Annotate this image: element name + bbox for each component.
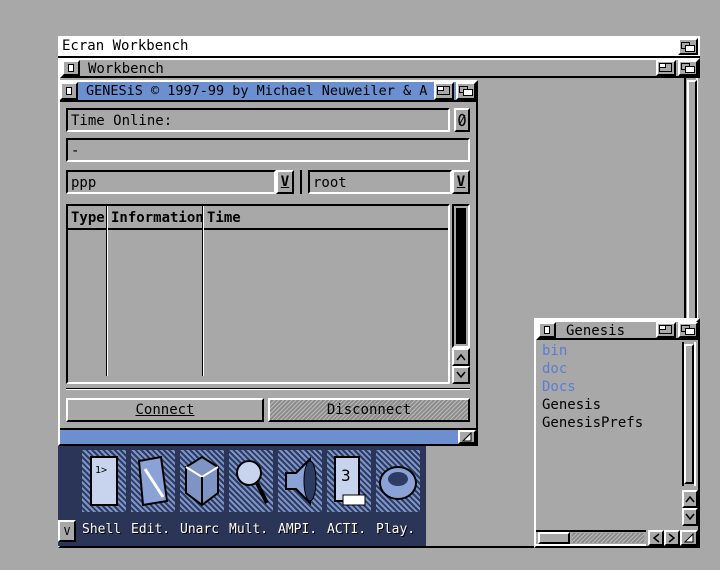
genesis-title-bar[interactable]: GENESiS © 1997-99 by Michael Neuweiler &… bbox=[60, 82, 476, 102]
select-divider bbox=[300, 170, 302, 194]
column-header-type[interactable]: Type bbox=[71, 211, 105, 225]
dock-item-unarc[interactable]: Unarc bbox=[178, 446, 226, 546]
workbench-title-bar[interactable]: Workbench bbox=[60, 58, 700, 78]
time-online-label: Time Online: bbox=[71, 113, 173, 129]
workbench-title: Workbench bbox=[88, 61, 164, 77]
drawer-item-doc[interactable]: doc bbox=[542, 362, 567, 376]
user-select[interactable]: root bbox=[308, 170, 452, 194]
genesis-zoom-icon[interactable] bbox=[434, 82, 454, 100]
shell-icon: 1> bbox=[82, 450, 126, 512]
speaker-icon bbox=[278, 450, 322, 512]
genesis-window: GENESiS © 1997-99 by Michael Neuweiler &… bbox=[58, 80, 478, 446]
drawer-scroll-track[interactable] bbox=[682, 342, 696, 486]
genesis-title: GENESiS © 1997-99 by Michael Neuweiler &… bbox=[86, 83, 428, 99]
drawer-item-genesisprefs[interactable]: GenesisPrefs bbox=[542, 416, 643, 430]
drawer-depth-icon[interactable] bbox=[678, 322, 698, 338]
connect-button[interactable]: Connect bbox=[66, 398, 264, 422]
disconnect-button[interactable]: Disconnect bbox=[268, 398, 470, 422]
screen-depth-icon[interactable] bbox=[678, 38, 698, 55]
drawer-vertical-scrollbar[interactable] bbox=[682, 342, 698, 530]
dock-item-label: AMPI. bbox=[278, 522, 318, 537]
workbench-close-icon[interactable] bbox=[62, 60, 80, 76]
resize-icon[interactable] bbox=[458, 430, 476, 444]
genesis-depth-icon[interactable] bbox=[456, 82, 476, 100]
svg-text:1>: 1> bbox=[95, 465, 107, 476]
status-info-text: - bbox=[71, 143, 80, 159]
dock-item-label: Mult. bbox=[229, 522, 269, 537]
dock-item-shell[interactable]: 1> Shell bbox=[80, 446, 128, 546]
dock-item-label: Edit. bbox=[131, 522, 171, 537]
column-divider bbox=[106, 206, 108, 376]
separator-line bbox=[66, 388, 470, 390]
dock-bar: V 1> Shell Edit. Unarc Mult. AMPI. 3 ACTI. Play. bbox=[58, 446, 426, 546]
genesis-drawer-window: Genesis bin doc Docs Genesis GenesisPrefs bbox=[534, 318, 700, 548]
drawer-item-genesis[interactable]: Genesis bbox=[542, 398, 601, 412]
dock-item-play[interactable]: Play. bbox=[374, 446, 422, 546]
drawer-horizontal-scrollbar[interactable] bbox=[536, 530, 698, 546]
drawer-zoom-icon[interactable] bbox=[656, 322, 676, 338]
magnifier-icon bbox=[229, 450, 273, 512]
log-list[interactable]: Type Information Time bbox=[66, 204, 450, 384]
edit-pencil-icon bbox=[131, 450, 175, 512]
workbench-depth-icon[interactable] bbox=[678, 60, 698, 76]
disconnect-label: Disconnect bbox=[326, 402, 412, 418]
drawer-title-bar[interactable]: Genesis bbox=[536, 320, 698, 340]
dock-item-ampi[interactable]: AMPI. bbox=[276, 446, 324, 546]
disk-icon bbox=[376, 450, 420, 512]
dock-item-label: Play. bbox=[376, 522, 416, 537]
screen-title: Ecran Workbench bbox=[62, 38, 189, 54]
drawer-close-icon[interactable] bbox=[538, 322, 556, 338]
drawer-hscroll-track[interactable] bbox=[536, 530, 646, 546]
dock-item-label: Unarc bbox=[180, 522, 220, 537]
drawer-scroll-up-icon[interactable] bbox=[682, 490, 698, 508]
drawer-hscroll-knob[interactable] bbox=[538, 532, 570, 544]
workbench-scroll-knob[interactable] bbox=[687, 80, 697, 320]
genesis-close-icon[interactable] bbox=[60, 82, 78, 100]
dock-item-edit[interactable]: Edit. bbox=[129, 446, 177, 546]
dock-item-mult[interactable]: Mult. bbox=[227, 446, 275, 546]
workbench-vertical-scrollbar[interactable] bbox=[684, 78, 698, 338]
screen-title-bar[interactable]: Ecran Workbench bbox=[58, 36, 700, 58]
status-info-field: - bbox=[66, 138, 470, 162]
log-scroll-track[interactable] bbox=[452, 204, 470, 348]
column-header-time[interactable]: Time bbox=[207, 211, 241, 225]
user-dropdown-icon[interactable]: V bbox=[452, 170, 470, 194]
log-list-header: Type Information Time bbox=[68, 206, 448, 230]
dock-item-label: ACTI. bbox=[327, 522, 367, 537]
document-icon: 3 bbox=[327, 450, 371, 512]
workbench-zoom-icon[interactable] bbox=[656, 60, 676, 76]
dock-item-acti[interactable]: 3 ACTI. bbox=[325, 446, 373, 546]
drawer-title: Genesis bbox=[566, 323, 626, 339]
column-divider bbox=[202, 206, 204, 376]
unarc-box-icon bbox=[180, 450, 224, 512]
interface-dropdown-icon[interactable]: V bbox=[276, 170, 294, 194]
drawer-scroll-left-icon[interactable] bbox=[648, 530, 664, 546]
drawer-scroll-right-icon[interactable] bbox=[664, 530, 680, 546]
drawer-item-bin[interactable]: bin bbox=[542, 344, 567, 358]
svg-text:3: 3 bbox=[341, 466, 351, 485]
dock-menu-icon[interactable]: V bbox=[58, 520, 76, 542]
drawer-contents: bin doc Docs Genesis GenesisPrefs bbox=[542, 342, 672, 522]
dock-item-label: Shell bbox=[82, 522, 122, 537]
column-header-information[interactable]: Information bbox=[111, 211, 204, 225]
connect-label: Connect bbox=[135, 402, 195, 418]
drawer-scroll-down-icon[interactable] bbox=[682, 508, 698, 526]
genesis-bottom-bar bbox=[60, 428, 476, 444]
drawer-resize-icon[interactable] bbox=[680, 530, 698, 546]
log-scroll-knob[interactable] bbox=[456, 208, 466, 344]
online-status-icon bbox=[454, 108, 470, 132]
time-online-field: Time Online: bbox=[66, 108, 450, 132]
scroll-down-icon[interactable] bbox=[452, 366, 470, 384]
drawer-scroll-knob[interactable] bbox=[684, 344, 694, 484]
interface-value: ppp bbox=[71, 175, 97, 191]
interface-select[interactable]: ppp bbox=[66, 170, 276, 194]
drawer-item-docs[interactable]: Docs bbox=[542, 380, 576, 394]
log-scrollbar[interactable] bbox=[452, 204, 470, 384]
drawer-hscroll-fill bbox=[572, 533, 644, 543]
scroll-up-icon[interactable] bbox=[452, 348, 470, 366]
user-value: root bbox=[313, 175, 347, 191]
